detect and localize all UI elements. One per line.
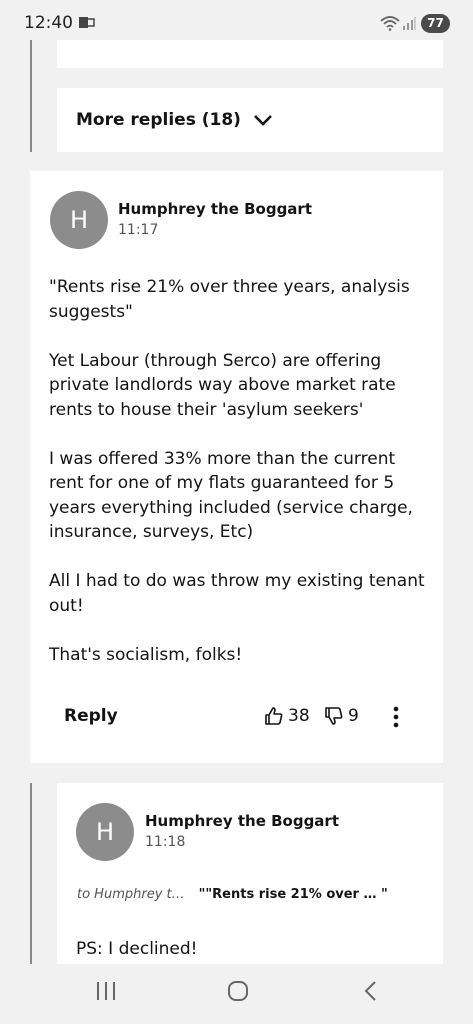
comment-paragraph: "Rents rise 21% over three years, analys… bbox=[49, 277, 410, 322]
recents-icon[interactable] bbox=[95, 981, 117, 1001]
notification-icon bbox=[79, 17, 95, 28]
avatar[interactable]: H bbox=[50, 191, 108, 249]
reply-card: H Humphrey the Boggart 11:18 to Humphrey… bbox=[57, 783, 443, 964]
status-bar: 12:40 77 bbox=[0, 0, 473, 40]
avatar[interactable]: H bbox=[76, 803, 134, 861]
dislike-button[interactable]: 9 bbox=[324, 706, 359, 726]
thumbs-down-icon bbox=[325, 707, 343, 725]
reply-body: PS: I declined! bbox=[76, 939, 198, 959]
comment-time: 11:17 bbox=[118, 222, 159, 238]
comment-paragraph: Yet Labour (through Serco) are offering … bbox=[49, 350, 396, 420]
more-replies-button[interactable]: More replies (18) bbox=[57, 88, 443, 152]
more-replies-label: More replies (18) bbox=[76, 110, 241, 130]
status-time: 12:40 bbox=[24, 13, 73, 33]
navigation-bar bbox=[0, 964, 473, 1024]
comment-paragraph: I was offered 33% more than the current … bbox=[49, 448, 413, 543]
thread-line bbox=[30, 783, 32, 964]
comment-body: "Rents rise 21% over three years, analys… bbox=[49, 275, 434, 692]
comment-card: H Humphrey the Boggart 11:17 "Rents rise… bbox=[30, 171, 443, 763]
dislike-count: 9 bbox=[348, 706, 359, 726]
reply-quote[interactable]: ""Rents rise 21% over … " bbox=[199, 887, 388, 902]
wifi-icon bbox=[380, 16, 400, 31]
reply-author[interactable]: Humphrey the Boggart bbox=[145, 812, 339, 830]
home-icon[interactable] bbox=[227, 981, 249, 1001]
like-count: 38 bbox=[288, 706, 310, 726]
reply-time: 11:18 bbox=[145, 834, 186, 850]
thread-line bbox=[30, 40, 32, 152]
chevron-down-icon bbox=[254, 115, 272, 126]
previous-reply-card bbox=[57, 40, 443, 68]
battery-indicator: 77 bbox=[421, 14, 450, 33]
signal-icon bbox=[403, 17, 416, 30]
reply-reference: to Humphrey t… ""Rents rise 21% over … " bbox=[77, 887, 388, 902]
more-vertical-icon[interactable] bbox=[393, 706, 399, 728]
comment-author[interactable]: Humphrey the Boggart bbox=[118, 200, 312, 218]
comment-paragraph: All I had to do was throw my existing te… bbox=[49, 571, 425, 616]
back-icon[interactable] bbox=[364, 981, 378, 1001]
comment-paragraph: That's socialism, folks! bbox=[49, 644, 243, 665]
like-button[interactable]: 38 bbox=[264, 706, 310, 726]
thumbs-up-icon bbox=[265, 707, 283, 725]
reply-to-user[interactable]: to Humphrey t… bbox=[77, 887, 185, 902]
reply-button[interactable]: Reply bbox=[64, 706, 118, 726]
